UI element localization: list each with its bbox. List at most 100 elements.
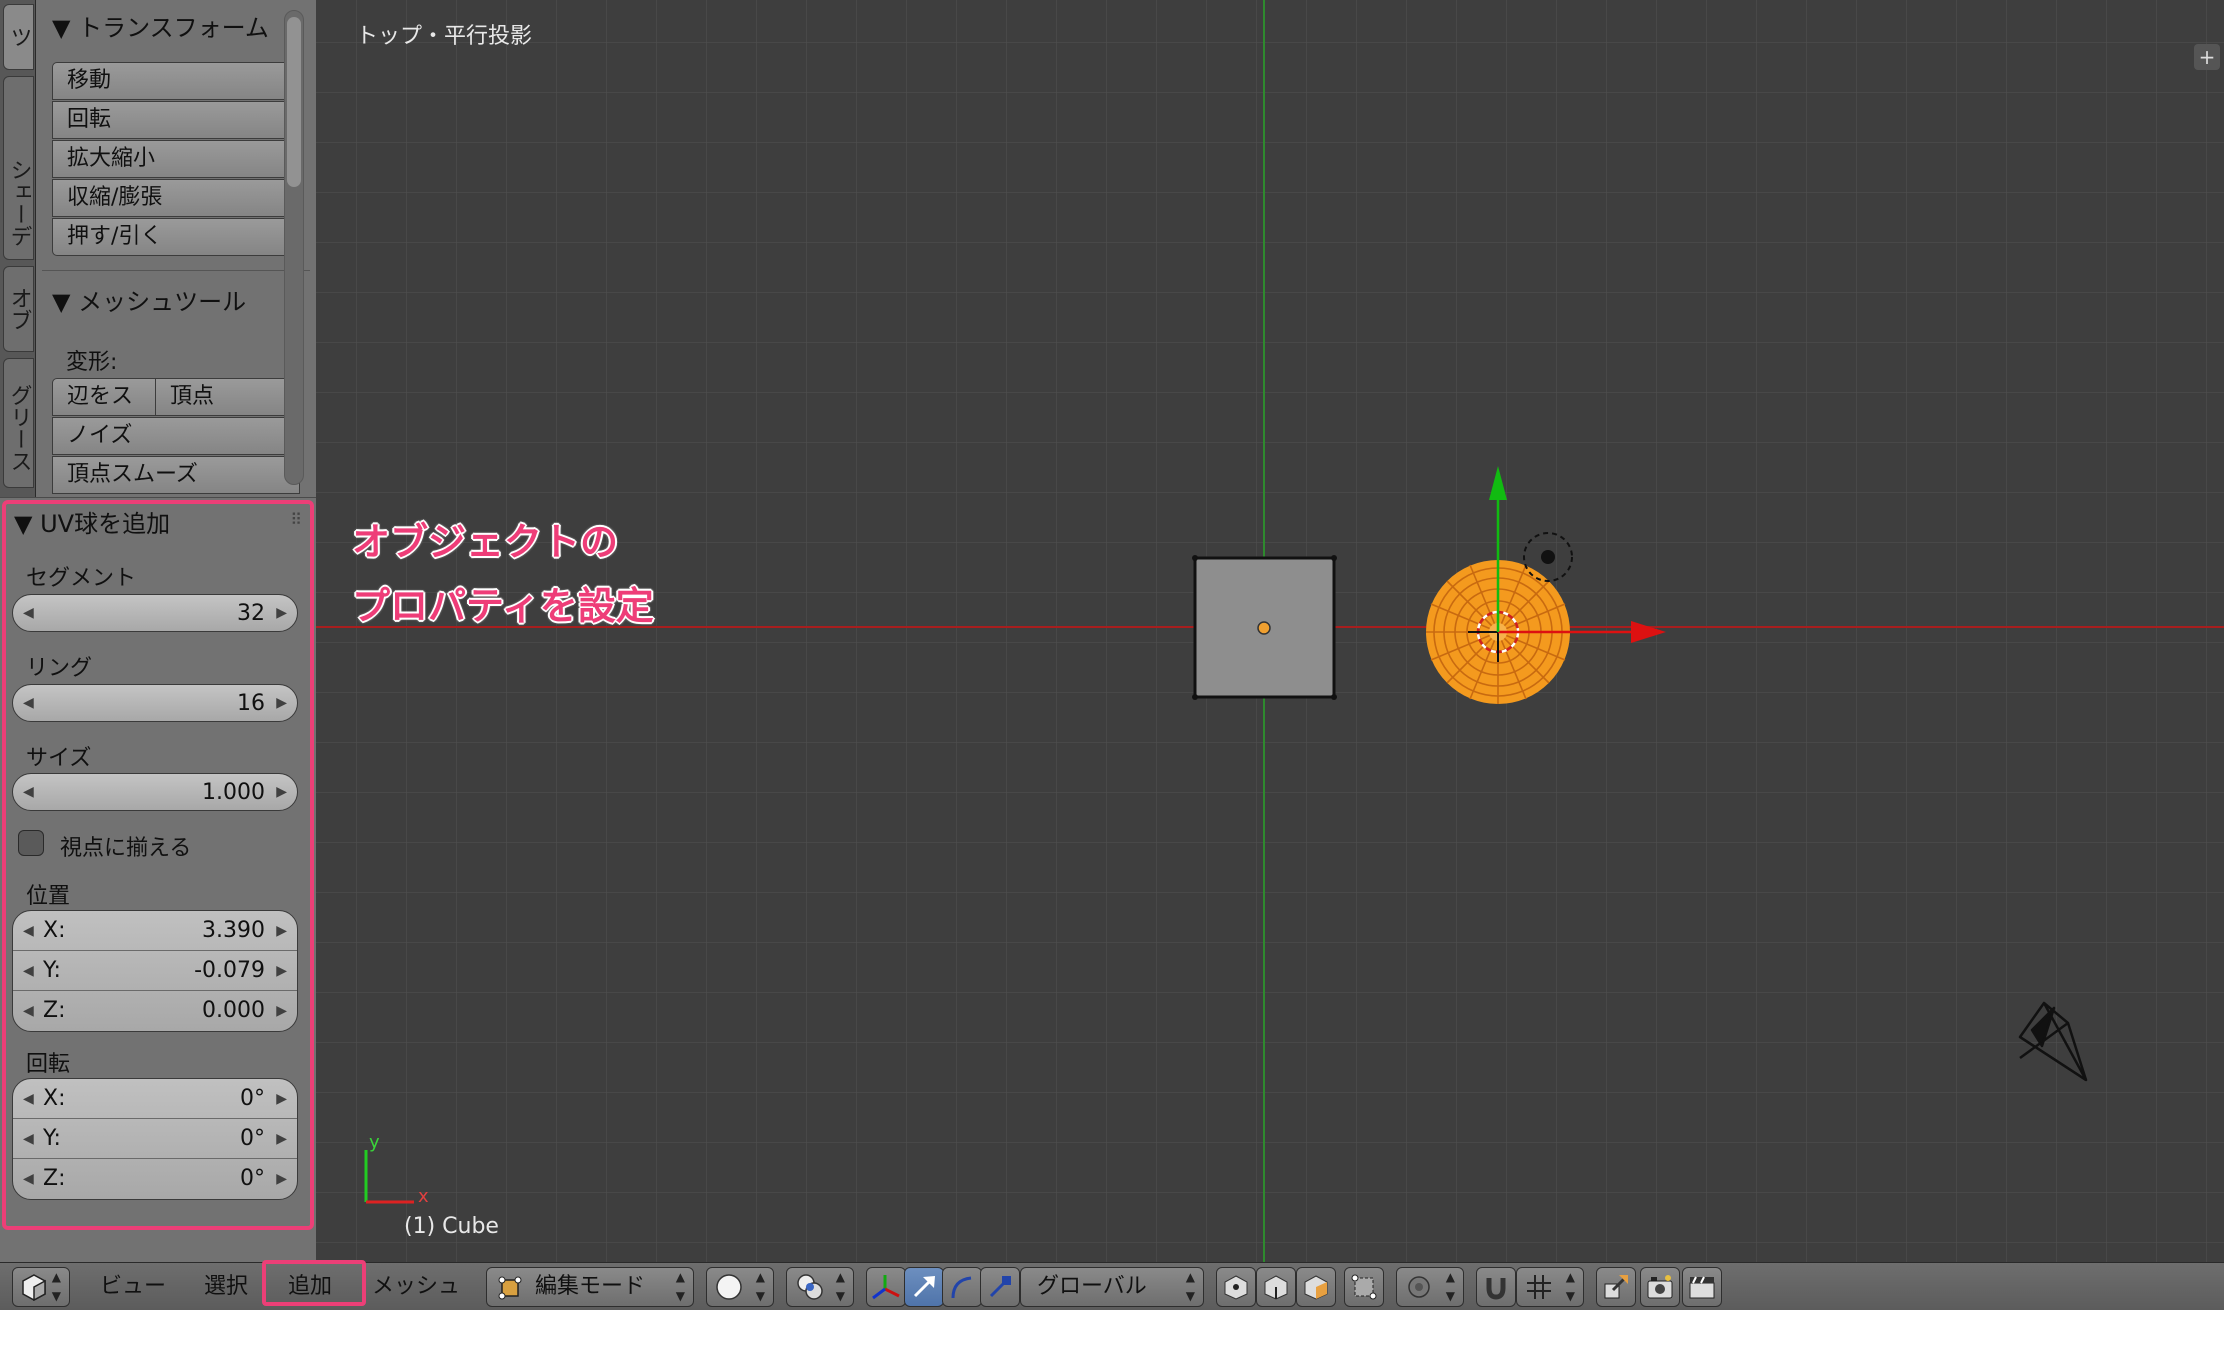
increment-arrow-icon[interactable]: ▶ (276, 774, 287, 810)
opengl-render-animation-button[interactable] (1682, 1267, 1722, 1307)
tool-shelf: ▼ トランスフォーム 移動 回転 拡大縮小 収縮/膨張 押す/引く ▼ メッシュ… (36, 0, 316, 497)
rotation-y-field[interactable]: ◀ Y: 0° ▶ (13, 1119, 297, 1159)
editor-type-selector[interactable]: ▲ ▼ (12, 1267, 70, 1307)
proportional-edit-icon (1408, 1276, 1430, 1298)
mesh-tools-panel-header[interactable]: ▼ メッシュツール (52, 282, 246, 317)
rings-field[interactable]: ◀ 16 ▶ (12, 684, 298, 722)
drag-handle-icon[interactable]: ⠿ (290, 510, 302, 529)
edge-slide-button[interactable]: 辺をス (52, 378, 156, 416)
blender-window: ツ シェーデ オブ グリース ▼ トランスフォーム 移動 回転 拡大縮小 収縮/… (0, 0, 2224, 1310)
rotation-x-field[interactable]: ◀ X: 0° ▶ (13, 1079, 297, 1119)
location-x-field[interactable]: ◀ X: 3.390 ▶ (13, 911, 297, 951)
snap-element-selector[interactable]: ▲ ▼ (1516, 1267, 1584, 1307)
rotation-label: 回転 (26, 1052, 71, 1077)
manipulator-axes-icon (872, 1275, 900, 1300)
mode-selector[interactable]: 編集モード ▲ ▼ (486, 1267, 694, 1307)
location-y-field[interactable]: ◀ Y: -0.079 ▶ (13, 951, 297, 991)
increment-arrow-icon[interactable]: ▶ (276, 595, 287, 631)
pivot-point-selector[interactable]: ▲ ▼ (786, 1267, 854, 1307)
shrink-fatten-button[interactable]: 収縮/膨張 (52, 179, 300, 217)
push-pull-button[interactable]: 押す/引く (52, 218, 300, 256)
rotation-z-label: Z: (43, 1166, 66, 1191)
viewport-header: ▲ ▼ ビュー 選択 追加 メッシュ 編集モード ▲ ▼ ▲ ▼ ▲ ▼ グロー… (0, 1262, 2224, 1310)
rotation-y-label: Y: (43, 1126, 61, 1151)
vertex-select-mode-button[interactable] (1216, 1267, 1256, 1307)
menu-add[interactable]: 追加 (288, 1267, 332, 1307)
increment-arrow-icon[interactable]: ▶ (276, 1159, 287, 1199)
segments-field[interactable]: ◀ 32 ▶ (12, 594, 298, 632)
cube-origin-dot (1257, 621, 1271, 635)
active-object-status: (1) Cube (404, 1214, 499, 1239)
decrement-arrow-icon[interactable]: ◀ (23, 991, 34, 1031)
translate-manipulator-button[interactable] (904, 1267, 944, 1307)
decrement-arrow-icon[interactable]: ◀ (23, 774, 34, 810)
annotation-callout: オブジェクトの プロパティを設定 (352, 510, 654, 638)
orientation-label: グローバル (1037, 1274, 1147, 1299)
increment-arrow-icon[interactable]: ▶ (276, 685, 287, 721)
viewport-shading-selector[interactable]: ▲ ▼ (706, 1267, 774, 1307)
opengl-render-image-button[interactable] (1640, 1267, 1680, 1307)
snap-increment-icon (1527, 1275, 1551, 1299)
increment-arrow-icon[interactable]: ▶ (276, 1119, 287, 1159)
tab-grease-label: グリース (6, 384, 32, 472)
size-field[interactable]: ◀ 1.000 ▶ (12, 773, 298, 811)
tab-shading[interactable]: シェーデ (3, 76, 34, 260)
y-manipulator-arrow-icon[interactable] (1489, 466, 1507, 500)
annotation-line-2: プロパティを設定 (352, 584, 654, 628)
rotation-z-field[interactable]: ◀ Z: 0° ▶ (13, 1159, 297, 1199)
copy-paste-pose-button[interactable] (1596, 1267, 1636, 1307)
scale-button[interactable]: 拡大縮小 (52, 140, 300, 178)
decrement-arrow-icon[interactable]: ◀ (23, 951, 34, 991)
tab-grease-pencil[interactable]: グリース (3, 358, 34, 488)
camera-object[interactable] (2018, 1001, 2088, 1082)
edit-mode-icon (498, 1276, 522, 1300)
operator-panel: ▼ UV球を追加 ⠿ セグメント ◀ 32 ▶ リング ◀ 16 ▶ サイズ ◀… (0, 497, 316, 1262)
x-manipulator-arrow-icon[interactable] (1631, 621, 1666, 643)
gizmo-x-label: x (418, 1186, 429, 1207)
location-z-field[interactable]: ◀ Z: 0.000 ▶ (13, 991, 297, 1031)
snap-toggle-button[interactable] (1476, 1267, 1516, 1307)
align-to-view-checkbox[interactable] (18, 830, 44, 856)
smooth-vertex-button[interactable]: 頂点スムーズ (52, 456, 300, 494)
rotate-button[interactable]: 回転 (52, 101, 300, 139)
face-select-mode-button[interactable] (1296, 1267, 1336, 1307)
transform-orientation-selector[interactable]: グローバル ▲ ▼ (1020, 1267, 1204, 1307)
vertex-slide-button[interactable]: 頂点 (155, 378, 300, 416)
segments-label: セグメント (26, 566, 137, 591)
rotation-x-label: X: (43, 1086, 66, 1111)
tool-shelf-scrollbar[interactable] (284, 10, 304, 485)
add-uv-sphere-header[interactable]: ▼ UV球を追加 (14, 504, 170, 539)
translate-button[interactable]: 移動 (52, 62, 300, 100)
rotate-manipulator-button[interactable] (942, 1267, 982, 1307)
tab-tools[interactable]: ツ (3, 4, 34, 70)
menu-view[interactable]: ビュー (100, 1267, 166, 1307)
noise-button[interactable]: ノイズ (52, 417, 300, 455)
proportional-editing-selector[interactable]: ▲ ▼ (1396, 1267, 1464, 1307)
decrement-arrow-icon[interactable]: ◀ (23, 911, 34, 951)
tab-object[interactable]: オブ (3, 266, 34, 352)
location-y-label: Y: (43, 958, 61, 983)
transform-panel-header[interactable]: ▼ トランスフォーム (52, 8, 269, 43)
decrement-arrow-icon[interactable]: ◀ (23, 595, 34, 631)
mode-label: 編集モード (535, 1274, 646, 1299)
3d-viewport[interactable]: トップ・平行投影 + y x (1) Cube オブジェクトの プロパティを設定 (316, 0, 2224, 1262)
manipulator-toggle-button[interactable] (866, 1267, 906, 1307)
size-value: 1.000 (202, 780, 265, 805)
limit-selection-button[interactable] (1344, 1267, 1384, 1307)
scale-manipulator-button[interactable] (980, 1267, 1020, 1307)
location-vector: ◀ X: 3.390 ▶ ◀ Y: -0.079 ▶ ◀ Z: 0.000 ▶ (12, 910, 298, 1032)
increment-arrow-icon[interactable]: ▶ (276, 991, 287, 1031)
edge-select-mode-button[interactable] (1256, 1267, 1296, 1307)
decrement-arrow-icon[interactable]: ◀ (23, 1159, 34, 1199)
increment-arrow-icon[interactable]: ▶ (276, 1079, 287, 1119)
cube-object[interactable] (1192, 555, 1337, 700)
increment-arrow-icon[interactable]: ▶ (276, 911, 287, 951)
decrement-arrow-icon[interactable]: ◀ (23, 1079, 34, 1119)
menu-select[interactable]: 選択 (204, 1267, 248, 1307)
menu-mesh[interactable]: メッシュ (372, 1267, 460, 1307)
increment-arrow-icon[interactable]: ▶ (276, 951, 287, 991)
scrollbar-thumb[interactable] (287, 17, 301, 187)
decrement-arrow-icon[interactable]: ◀ (23, 1119, 34, 1159)
decrement-arrow-icon[interactable]: ◀ (23, 685, 34, 721)
vertex-select-icon (1224, 1275, 1248, 1300)
